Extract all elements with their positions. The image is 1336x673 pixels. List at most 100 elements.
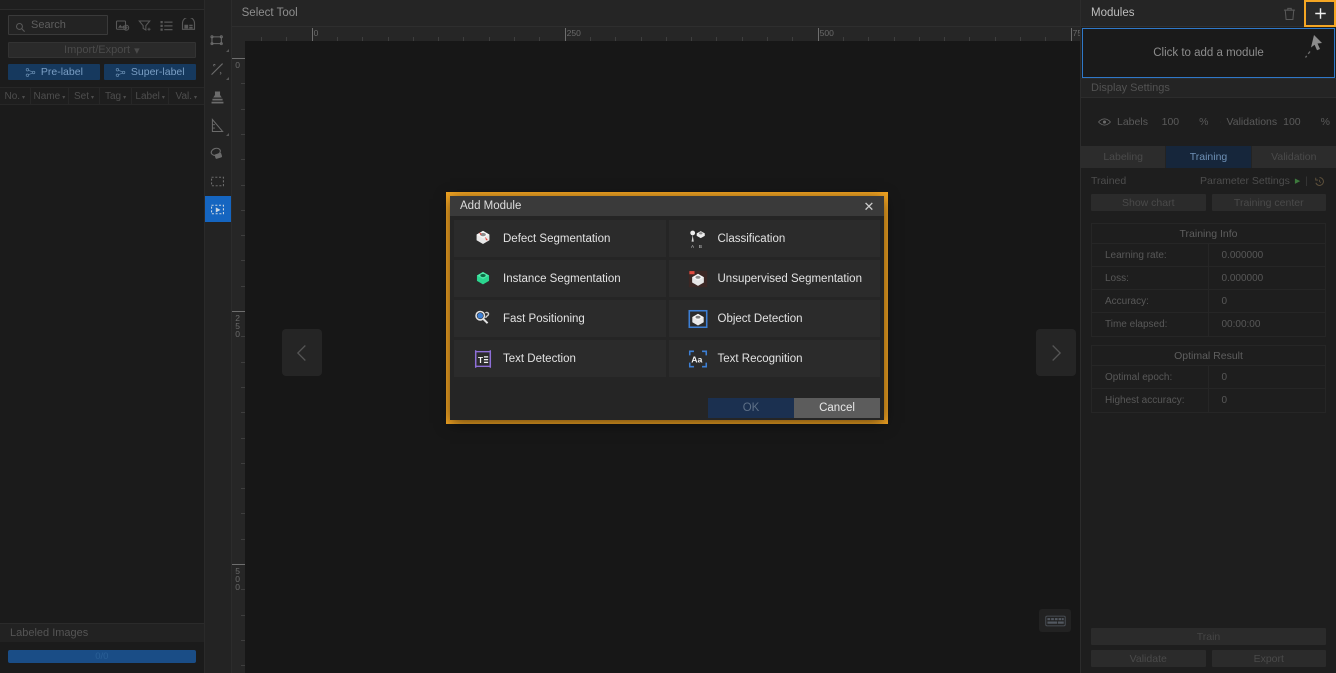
tab-training[interactable]: Training (1166, 146, 1251, 168)
instance-segmentation-icon (472, 268, 494, 290)
add-module-button[interactable] (1306, 2, 1334, 25)
module-option-object-detection[interactable]: Object Detection (669, 300, 881, 337)
horizontal-ruler[interactable]: 0250500750 (245, 27, 1080, 41)
filter-icon[interactable] (137, 18, 152, 33)
ok-button[interactable]: OK (708, 398, 794, 418)
module-option-unsupervised-segmentation[interactable]: Unsupervised Segmentation (669, 260, 881, 297)
label-actions-row: Pre-label Super-label (8, 64, 196, 80)
pre-label-button[interactable]: Pre-label (8, 64, 100, 80)
ruler-corner (232, 27, 245, 41)
ruler-label: 500 (232, 567, 244, 591)
angle-tool[interactable] (205, 112, 231, 138)
search-input[interactable]: Search (8, 15, 108, 35)
row-key: Learning rate: (1092, 244, 1209, 266)
module-option-defect-segmentation[interactable]: Defect Segmentation (454, 220, 666, 257)
history-icon[interactable] (1313, 175, 1326, 188)
trained-row: Trained Parameter Settings ▶ | (1081, 168, 1336, 194)
display-labels-value[interactable]: 100 (1162, 116, 1180, 128)
module-option-instance-segmentation[interactable]: Instance Segmentation (454, 260, 666, 297)
display-validations-group[interactable]: Validations 100 % (1209, 116, 1331, 128)
export-button[interactable]: Export (1212, 650, 1327, 667)
column-label: Tag (105, 91, 121, 102)
chevron-down-icon: ▾ (62, 94, 65, 101)
row-key: Optimal epoch: (1092, 366, 1209, 388)
add-module-dropzone[interactable]: Click to add a module (1082, 28, 1335, 78)
plus-icon (1313, 6, 1328, 21)
vertical-ruler[interactable]: 0 250 500 (232, 41, 245, 673)
dialog-body: Defect Segmentation A B Classificat (450, 216, 884, 398)
keyboard-icon (1045, 614, 1066, 628)
stamp-tool[interactable] (205, 84, 231, 110)
ruler-tick (818, 28, 819, 41)
ruler-label: 0 (232, 61, 244, 69)
column-header-tag[interactable]: Tag ▾ (100, 88, 133, 104)
modules-panel: Modules Click to add a module Display Se… (1080, 0, 1336, 673)
list-icon[interactable] (159, 18, 174, 33)
tab-labeling[interactable]: Labeling (1081, 146, 1166, 168)
classification-icon: A B (687, 228, 709, 250)
labeled-progress-text: 0/0 (95, 651, 108, 662)
eye-icon[interactable] (1098, 117, 1111, 127)
parameter-settings-group[interactable]: Parameter Settings ▶ | (1200, 175, 1326, 188)
display-labels-group[interactable]: Labels 100 % (1087, 116, 1209, 128)
table-row: Loss: 0.000000 (1092, 267, 1325, 290)
trash-icon[interactable] (1281, 5, 1298, 22)
row-value: 0 (1209, 389, 1326, 412)
keyboard-shortcuts-button[interactable] (1039, 609, 1071, 632)
module-option-text-detection[interactable]: T Text Detection (454, 340, 666, 377)
ruler-label: 250 (232, 314, 244, 338)
svg-text:Aa: Aa (691, 354, 702, 364)
next-image-button[interactable] (1036, 329, 1076, 376)
cancel-button[interactable]: Cancel (794, 398, 880, 418)
line-tool[interactable] (205, 56, 231, 82)
optimal-result-table: Optimal Result Optimal epoch: 0 Highest … (1091, 345, 1326, 413)
ruler-tick (565, 28, 566, 41)
view-split-icon[interactable] (181, 18, 196, 33)
row-key: Accuracy: (1092, 290, 1209, 312)
ruler-tick (232, 564, 245, 565)
import-export-button[interactable]: Import/Export ▾ (8, 42, 196, 58)
module-option-text-recognition[interactable]: Aa Text Recognition (669, 340, 881, 377)
marquee-tool[interactable] (205, 168, 231, 194)
module-option-fast-positioning[interactable]: Fast Positioning (454, 300, 666, 337)
eraser-tool[interactable] (205, 140, 231, 166)
select-tool[interactable] (205, 196, 231, 222)
super-label-button[interactable]: Super-label (104, 64, 196, 80)
chevron-down-icon: ▾ (91, 94, 94, 101)
text-recognition-icon: Aa (687, 348, 709, 370)
column-header-no[interactable]: No. ▾ (0, 88, 31, 104)
row-value: 00:00:00 (1209, 313, 1326, 336)
ruler-label: 750 (1073, 28, 1080, 38)
module-option-classification[interactable]: A B Classification (669, 220, 881, 257)
sidebar-top-strip (0, 0, 204, 10)
dialog-title-bar[interactable]: Add Module ✕ (450, 196, 884, 216)
validate-button[interactable]: Validate (1091, 650, 1206, 667)
table-row: Optimal epoch: 0 (1092, 366, 1325, 389)
show-chart-button[interactable]: Show chart (1091, 194, 1206, 211)
column-header-label[interactable]: Label ▾ (132, 88, 169, 104)
display-validations-value[interactable]: 100 (1283, 116, 1301, 128)
file-list[interactable] (0, 105, 204, 623)
table-row: Accuracy: 0 (1092, 290, 1325, 313)
tab-validation[interactable]: Validation (1252, 146, 1336, 168)
polygon-tool[interactable] (205, 28, 231, 54)
mouse-cursor-icon (1300, 32, 1326, 62)
tool-expand-corner (226, 49, 229, 52)
file-table-header: No. ▾ Name ▾ Set ▾ Tag ▾ Label ▾ Val. ▾ (0, 87, 204, 105)
import-export-label: Import/Export (64, 44, 130, 56)
training-center-button[interactable]: Training center (1212, 194, 1327, 211)
close-icon[interactable]: ✕ (860, 198, 878, 214)
column-header-val[interactable]: Val. ▾ (169, 88, 204, 104)
column-header-set[interactable]: Set ▾ (69, 88, 100, 104)
image-list-sidebar: Search Import/Export ▾ (0, 0, 205, 673)
labeled-progress-bar: 0/0 (8, 650, 196, 663)
train-button[interactable]: Train (1091, 628, 1326, 645)
display-settings-row: Labels 100 % Validations 100 % (1081, 98, 1336, 146)
image-settings-icon[interactable] (115, 18, 130, 33)
eye-icon[interactable] (1220, 117, 1221, 127)
add-module-button-highlight (1304, 0, 1336, 27)
column-label: Set (74, 91, 89, 102)
column-header-name[interactable]: Name ▾ (31, 88, 70, 104)
fast-positioning-icon (472, 308, 494, 330)
previous-image-button[interactable] (282, 329, 322, 376)
